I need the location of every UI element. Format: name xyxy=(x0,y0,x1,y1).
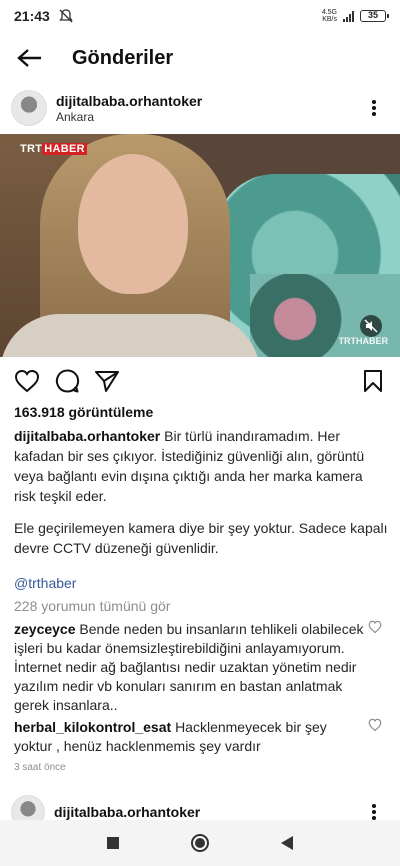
comment-button[interactable] xyxy=(54,368,80,394)
video-person-face xyxy=(78,154,188,294)
mention-link[interactable]: @trthaber xyxy=(14,575,76,591)
page-title: Gönderiler xyxy=(72,46,174,69)
comment-like-icon[interactable] xyxy=(368,620,382,634)
channel-logo-white: TRT xyxy=(20,143,43,155)
post-timestamp: 3 saat önce xyxy=(14,762,66,773)
circle-icon xyxy=(190,834,209,852)
home-button[interactable] xyxy=(188,831,212,855)
list-item: herbal_kilokontrol_esat Hacklenmeyecek b… xyxy=(14,718,366,756)
post-author: dijitalbaba.orhantoker Ankara xyxy=(56,93,202,124)
status-bar: 21:43 4.5G KB/s 35 xyxy=(0,0,400,32)
square-icon xyxy=(107,837,120,849)
comment-like-icon[interactable] xyxy=(368,718,382,732)
mute-button[interactable] xyxy=(360,315,382,337)
next-post-author: dijitalbaba.orhantoker xyxy=(54,804,200,820)
caption-text-2: Ele geçirilemeyen kamera diye bir şey yo… xyxy=(14,520,388,556)
view-count: 163.918 görüntüleme xyxy=(14,404,154,420)
speaker-muted-icon xyxy=(364,319,378,333)
post-username[interactable]: dijitalbaba.orhantoker xyxy=(56,93,202,109)
like-button[interactable] xyxy=(14,368,40,394)
share-button[interactable] xyxy=(94,368,120,394)
more-vertical-icon xyxy=(372,804,376,820)
post-location[interactable]: Ankara xyxy=(56,110,202,124)
channel-logo: TRT HABER xyxy=(20,143,87,155)
bookmark-icon xyxy=(364,370,382,392)
post-actions xyxy=(0,366,400,396)
list-item: zeyceyce Bende neden bu insanların tehli… xyxy=(14,620,366,715)
system-back-button[interactable] xyxy=(275,831,299,855)
heart-icon xyxy=(14,369,40,393)
save-button[interactable] xyxy=(360,368,386,394)
network-type: 4.5G xyxy=(321,9,337,16)
comment-username[interactable]: zeyceyce xyxy=(14,621,76,637)
comment-username[interactable]: herbal_kilokontrol_esat xyxy=(14,719,171,735)
caption-username[interactable]: dijitalbaba.orhantoker xyxy=(14,428,160,444)
post-header: dijitalbaba.orhantoker Ankara xyxy=(0,88,400,128)
triangle-back-icon xyxy=(280,836,293,850)
more-vertical-icon xyxy=(372,100,376,116)
post-caption: dijitalbaba.orhantoker Bir türlü inandır… xyxy=(14,426,388,506)
more-options-button[interactable] xyxy=(362,96,386,120)
avatar[interactable] xyxy=(11,90,47,126)
next-post-username[interactable]: dijitalbaba.orhantoker xyxy=(54,804,200,820)
view-all-comments-link[interactable]: 228 yorumun tümünü gör xyxy=(14,598,170,614)
channel-logo-red: HABER xyxy=(42,143,87,155)
post-video[interactable]: TRT HABER TRTHABER xyxy=(0,134,400,357)
video-person-shirt xyxy=(0,314,260,357)
notifications-off-icon xyxy=(59,9,73,23)
system-nav-bar xyxy=(0,820,400,866)
network-speed: 4.5G KB/s xyxy=(322,9,337,23)
send-icon xyxy=(95,371,119,392)
comment-icon xyxy=(55,369,80,393)
back-button[interactable] xyxy=(10,38,50,78)
signal-icon xyxy=(343,10,354,22)
status-indicators: 4.5G KB/s 35 xyxy=(322,9,389,23)
app-header: Gönderiler xyxy=(0,36,400,80)
network-unit: KB/s xyxy=(322,16,337,23)
arrow-left-icon xyxy=(17,49,41,67)
recent-apps-button[interactable] xyxy=(101,831,125,855)
battery-level: 35 xyxy=(367,10,378,20)
status-time: 21:43 xyxy=(14,8,50,24)
channel-watermark: TRTHABER xyxy=(338,336,389,346)
battery-icon: 35 xyxy=(360,10,389,22)
